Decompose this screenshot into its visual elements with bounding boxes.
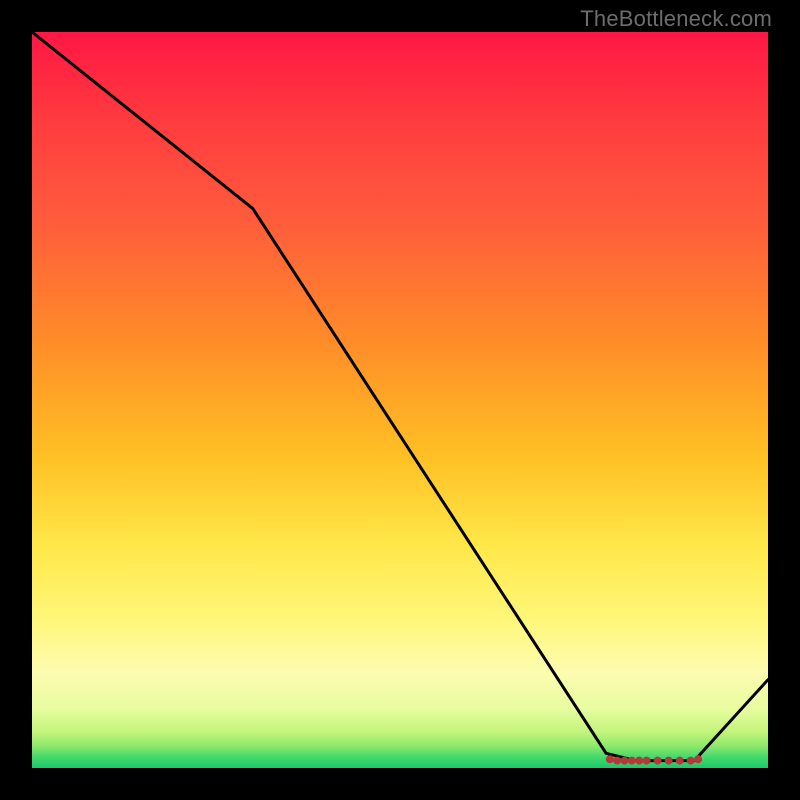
bottleneck-line [32, 32, 768, 761]
chart-frame: TheBottleneck.com [0, 0, 800, 800]
marker-dot [665, 757, 673, 765]
marker-dot [613, 757, 621, 765]
marker-dot [621, 757, 629, 765]
marker-dot [687, 757, 695, 765]
marker-dot [643, 757, 651, 765]
marker-dot [606, 755, 614, 763]
marker-dot [635, 757, 643, 765]
marker-dot [654, 757, 662, 765]
marker-dot [694, 755, 702, 763]
marker-dot [676, 757, 684, 765]
chart-overlay [32, 32, 768, 768]
watermark-text: TheBottleneck.com [580, 6, 772, 32]
marker-dot [628, 757, 636, 765]
